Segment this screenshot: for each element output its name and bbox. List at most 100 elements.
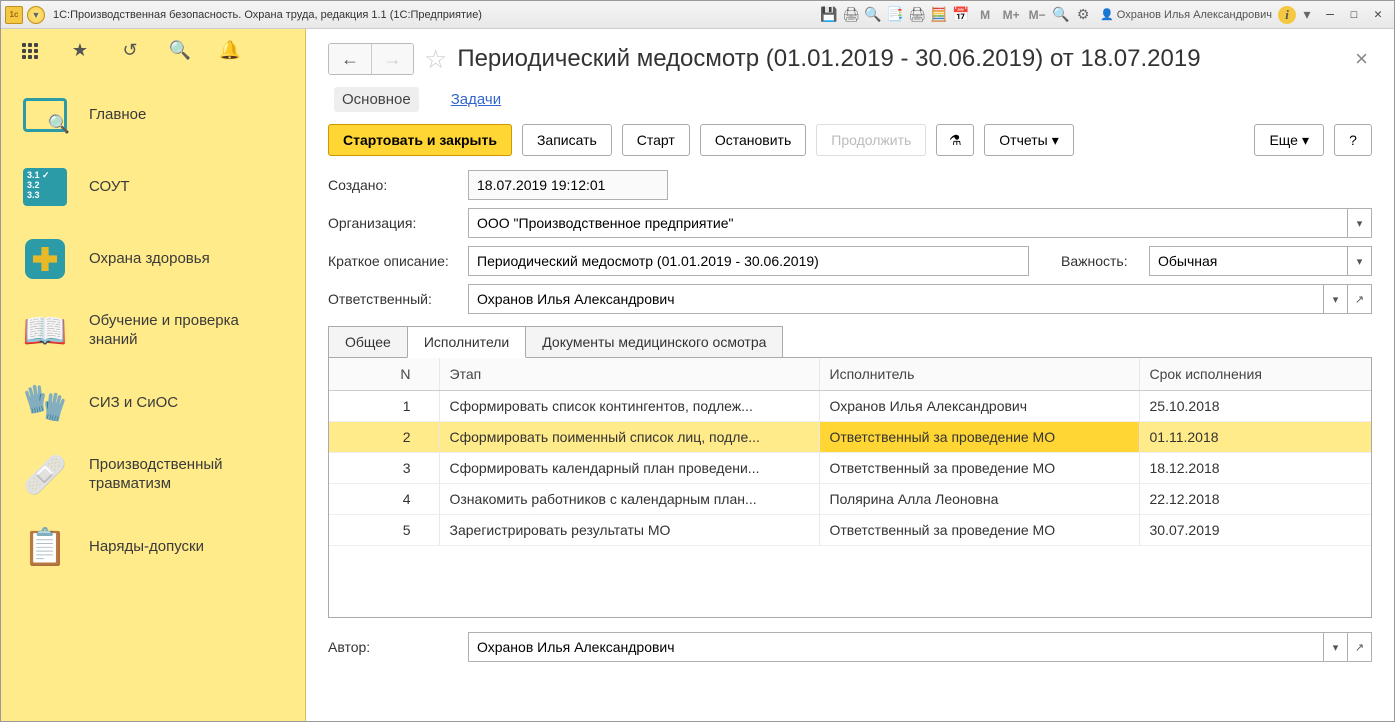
input-group-org: ▾ bbox=[468, 208, 1372, 238]
cell-due: 25.10.2018 bbox=[1139, 391, 1371, 422]
start-close-button[interactable]: Стартовать и закрыть bbox=[328, 124, 512, 156]
input-importance[interactable] bbox=[1149, 246, 1348, 276]
bell-icon[interactable]: 🔔 bbox=[219, 40, 241, 62]
app-icon: 1c bbox=[5, 6, 23, 24]
sidebar-item-health[interactable]: Охрана здоровья bbox=[1, 223, 305, 295]
minimize-button[interactable]: — bbox=[1318, 5, 1342, 25]
page-close-button[interactable]: × bbox=[1351, 46, 1372, 72]
clipboard-icon: 📋 bbox=[19, 525, 71, 569]
author-open-button[interactable]: ↗ bbox=[1348, 632, 1372, 662]
preview-icon[interactable]: 🔍 bbox=[862, 4, 884, 26]
table-row[interactable]: 2Сформировать поименный список лиц, подл… bbox=[329, 422, 1371, 453]
input-org[interactable] bbox=[468, 208, 1348, 238]
row-desc: Краткое описание: Важность: ▾ bbox=[328, 246, 1372, 276]
info-icon[interactable]: i bbox=[1278, 6, 1296, 24]
col-stage[interactable]: Этап bbox=[439, 358, 819, 391]
glove-icon: 🧤 bbox=[19, 381, 71, 425]
user-label[interactable]: 👤 Охранов Илья Александрович bbox=[1094, 8, 1278, 21]
tab-main[interactable]: Основное bbox=[334, 87, 419, 112]
reports-button[interactable]: Отчеты ▾ bbox=[984, 124, 1073, 156]
sidebar-item-training[interactable]: 📖 Обучение и проверка знаний bbox=[1, 295, 305, 367]
favorite-icon[interactable]: ★ bbox=[69, 40, 91, 62]
author-dropdown-button[interactable]: ▾ bbox=[1324, 632, 1348, 662]
row-org: Организация: ▾ bbox=[328, 208, 1372, 238]
page-header: ← → ☆ Периодический медосмотр (01.01.201… bbox=[306, 29, 1394, 83]
performers-table[interactable]: N Этап Исполнитель Срок исполнения 1Сфор… bbox=[328, 358, 1372, 618]
sidebar-item-injury[interactable]: 🩹 Производственный травматизм bbox=[1, 439, 305, 511]
print-icon[interactable]: 🖨 bbox=[840, 4, 862, 26]
more-label: Еще bbox=[1269, 132, 1298, 148]
apps-icon[interactable] bbox=[19, 40, 41, 62]
form-area: Создано: Организация: ▾ Краткое описание… bbox=[306, 170, 1394, 314]
tab-docs[interactable]: Документы медицинского осмотра bbox=[525, 326, 783, 357]
stop-button[interactable]: Остановить bbox=[700, 124, 806, 156]
cell-stage: Сформировать поименный список лиц, подле… bbox=[439, 422, 819, 453]
input-author[interactable] bbox=[468, 632, 1324, 662]
label-author: Автор: bbox=[328, 639, 458, 655]
col-n[interactable]: N bbox=[329, 358, 439, 391]
sidebar-item-permits[interactable]: 📋 Наряды-допуски bbox=[1, 511, 305, 583]
sidebar-item-siz[interactable]: 🧤 СИЗ и СиОС bbox=[1, 367, 305, 439]
org-dropdown-button[interactable]: ▾ bbox=[1348, 208, 1372, 238]
main: ← → ☆ Периодический медосмотр (01.01.201… bbox=[306, 29, 1394, 721]
star-icon[interactable]: ☆ bbox=[424, 44, 447, 75]
cell-stage: Сформировать календарный план проведени.… bbox=[439, 453, 819, 484]
tab-performers[interactable]: Исполнители bbox=[407, 326, 526, 358]
sidebar-item-sout[interactable]: 3.1 ✓3.23.3 СОУТ bbox=[1, 151, 305, 223]
importance-dropdown-button[interactable]: ▾ bbox=[1348, 246, 1372, 276]
resp-dropdown-button[interactable]: ▾ bbox=[1324, 284, 1348, 314]
calc-icon[interactable]: 🧮 bbox=[928, 4, 950, 26]
input-desc[interactable] bbox=[468, 246, 1029, 276]
sidebar: ★ ↺ 🔍 🔔 Главное 3.1 ✓3.23.3 СОУТ Охрана … bbox=[1, 29, 306, 721]
sidebar-item-label: Главное bbox=[89, 106, 146, 125]
m-minus-icon[interactable]: M− bbox=[1024, 4, 1050, 26]
table-row[interactable]: 4Ознакомить работников с календарным пла… bbox=[329, 484, 1371, 515]
save-icon[interactable]: 💾 bbox=[818, 4, 840, 26]
more-button[interactable]: Еще ▾ bbox=[1254, 124, 1324, 156]
tool-icon[interactable]: ⚙ bbox=[1072, 4, 1094, 26]
table-row[interactable]: 1Сформировать список контингентов, подле… bbox=[329, 391, 1371, 422]
input-group-author: ▾ ↗ bbox=[468, 632, 1372, 662]
close-button[interactable]: ✕ bbox=[1366, 5, 1390, 25]
table-header-row: N Этап Исполнитель Срок исполнения bbox=[329, 358, 1371, 391]
compare-icon[interactable]: 📑 bbox=[884, 4, 906, 26]
help-button[interactable]: ? bbox=[1334, 124, 1372, 156]
m-icon[interactable]: M bbox=[972, 4, 998, 26]
col-executor[interactable]: Исполнитель bbox=[819, 358, 1139, 391]
cell-n: 5 bbox=[329, 515, 439, 546]
start-button[interactable]: Старт bbox=[622, 124, 690, 156]
titlebar-left: 1c ▼ 1С:Производственная безопасность. О… bbox=[5, 6, 818, 24]
write-button[interactable]: Записать bbox=[522, 124, 612, 156]
input-created[interactable] bbox=[468, 170, 668, 200]
label-importance: Важность: bbox=[1061, 253, 1139, 269]
table-row[interactable]: 5Зарегистрировать результаты МООтветстве… bbox=[329, 515, 1371, 546]
calendar-icon[interactable]: 📅 bbox=[950, 4, 972, 26]
input-group-resp: ▾ ↗ bbox=[468, 284, 1372, 314]
m-plus-icon[interactable]: M+ bbox=[998, 4, 1024, 26]
cell-executor: Охранов Илья Александрович bbox=[819, 391, 1139, 422]
dropdown-icon[interactable]: ▾ bbox=[1296, 4, 1318, 26]
cell-n: 4 bbox=[329, 484, 439, 515]
app-menu-dropdown[interactable]: ▼ bbox=[27, 6, 45, 24]
zoom-icon[interactable]: 🔍 bbox=[1050, 4, 1072, 26]
print2-icon[interactable]: 🖨 bbox=[906, 4, 928, 26]
maximize-button[interactable]: ☐ bbox=[1342, 5, 1366, 25]
col-due[interactable]: Срок исполнения bbox=[1139, 358, 1371, 391]
resp-open-button[interactable]: ↗ bbox=[1348, 284, 1372, 314]
input-resp[interactable] bbox=[468, 284, 1324, 314]
sidebar-items: Главное 3.1 ✓3.23.3 СОУТ Охрана здоровья… bbox=[1, 73, 305, 721]
sidebar-item-main[interactable]: Главное bbox=[1, 79, 305, 151]
process-button[interactable]: ⚗ bbox=[936, 124, 974, 156]
reports-label: Отчеты bbox=[999, 132, 1047, 148]
cell-due: 30.07.2019 bbox=[1139, 515, 1371, 546]
search-icon[interactable]: 🔍 bbox=[169, 40, 191, 62]
tab-general[interactable]: Общее bbox=[328, 326, 408, 357]
tab-tasks[interactable]: Задачи bbox=[443, 87, 509, 112]
table-row[interactable]: 3Сформировать календарный план проведени… bbox=[329, 453, 1371, 484]
nav-back-button[interactable]: ← bbox=[329, 44, 371, 74]
history-icon[interactable]: ↺ bbox=[119, 40, 141, 62]
sidebar-item-label: Обучение и проверка знаний bbox=[89, 312, 287, 350]
row-author: Автор: ▾ ↗ bbox=[306, 618, 1394, 676]
label-created: Создано: bbox=[328, 177, 458, 193]
nav-forward-button[interactable]: → bbox=[371, 44, 413, 74]
